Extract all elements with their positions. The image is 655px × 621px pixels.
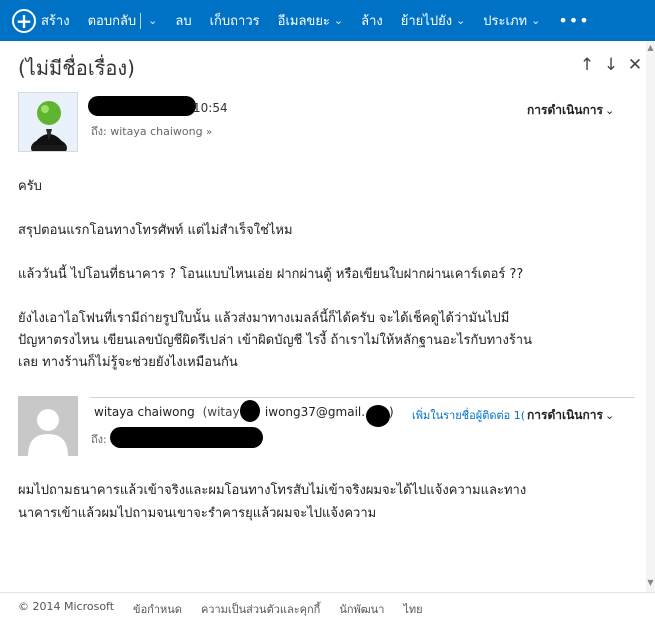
terms-link[interactable]: ข้อกำหนด <box>133 600 182 618</box>
actions-button[interactable]: การดำเนินการ ⌄ <box>527 101 614 120</box>
message-nav: ↑ ↓ ✕ <box>579 55 643 75</box>
chevron-down-icon: ⌄ <box>604 104 615 117</box>
sweep-label: ล้าง <box>361 14 383 29</box>
add-to-contacts-link[interactable]: เพิ่มในรายชื่อผู้ติดต่อ 1( <box>412 406 525 424</box>
junk-button[interactable]: อีเมลขยะ ⌄ <box>269 0 353 41</box>
more-button[interactable]: ••• <box>549 0 598 41</box>
expand-icon[interactable]: » <box>206 127 212 138</box>
category-label: ประเภท <box>483 14 528 29</box>
to-label: ถึง: <box>91 433 107 446</box>
category-button[interactable]: ประเภท ⌄ <box>474 0 549 41</box>
redacted-sender <box>88 96 196 116</box>
chevron-down-icon[interactable]: ⌄ <box>148 14 157 27</box>
more-icon: ••• <box>558 11 590 30</box>
scroll-down-icon[interactable]: ▼ <box>646 578 655 588</box>
chevron-down-icon: ⌄ <box>604 409 615 422</box>
delete-label: ลบ <box>175 14 192 29</box>
new-button[interactable]: + สร้าง <box>0 0 79 41</box>
reply-label: ตอบกลับ <box>87 14 137 29</box>
sender-email-middle: iwong37@gmail. <box>264 405 366 419</box>
body-line: แล้ววันนี้ ไปโอนที่ธนาคาร ? โอนแบบไหนเอ่… <box>18 267 524 282</box>
sweep-button[interactable]: ล้าง <box>352 0 392 41</box>
plus-icon: + <box>12 8 36 33</box>
actions-label: การดำเนินการ <box>527 408 603 422</box>
move-label: ย้ายไปยัง <box>400 14 453 29</box>
archive-button[interactable]: เก็บถาวร <box>201 0 269 41</box>
body-line: สรุปตอนแรกโอนทางโทรศัพท์ แต่ไม่สำเร็จใช่… <box>18 223 293 238</box>
message-time: 10:54 <box>193 101 228 115</box>
junk-label: อีเมลขยะ <box>277 14 330 29</box>
actions-button[interactable]: การดำเนินการ ⌄ <box>527 406 614 425</box>
message-body: ผมไปถามธนาคารแล้วเข้าจริงและผมโอนทางโทรส… <box>18 479 633 525</box>
sender-name[interactable]: witaya chaiwong <box>94 405 195 419</box>
body-line: ยังไงเอาไอโฟนที่เรามีถ่ายรูปใบนั้น แล้วส… <box>18 311 510 326</box>
reply-button[interactable]: ตอบกลับ ⌄ <box>79 0 167 41</box>
move-to-button[interactable]: ย้ายไปยัง ⌄ <box>392 0 475 41</box>
actions-label: การดำเนินการ <box>527 103 603 117</box>
close-icon[interactable]: ✕ <box>627 55 643 75</box>
message-body: ครับ สรุปตอนแรกโอนทางโทรศัพท์ แต่ไม่สำเร… <box>18 176 628 374</box>
recipients-line[interactable]: ถึง: witaya chaiwong » <box>91 122 212 140</box>
recipients-line[interactable]: ถึง: <box>91 430 107 448</box>
copyright-text: © 2014 Microsoft <box>18 600 115 613</box>
developers-link[interactable]: นักพัฒนา <box>339 600 384 618</box>
footer: © 2014 Microsoft ข้อกำหนด ความเป็นส่วนตั… <box>18 600 442 618</box>
body-line: นาคารเข้าแล้วผมไปถามจนเขาจะรำคารยุแล้วผม… <box>18 506 377 521</box>
arrow-up-icon[interactable]: ↑ <box>579 55 595 75</box>
split-divider <box>140 12 142 29</box>
chevron-down-icon: ⌄ <box>531 14 541 27</box>
delete-button[interactable]: ลบ <box>166 0 200 41</box>
chevron-down-icon: ⌄ <box>333 14 344 27</box>
body-line: ครับ <box>18 179 42 194</box>
command-bar: + สร้าง ตอบกลับ ⌄ ลบ เก็บถาวร อีเมลขยะ ⌄… <box>0 0 655 41</box>
person-icon <box>19 93 77 151</box>
message-divider <box>90 397 635 398</box>
body-line: ผมไปถามธนาคารแล้วเข้าจริงและผมโอนทางโทรส… <box>18 483 527 498</box>
body-line: เลย ทางร้านก็ไม่รู้จะช่วยยังไงเหมือนกัน <box>18 355 238 370</box>
sender-avatar-placeholder[interactable] <box>18 396 78 456</box>
redacted-recipients <box>110 427 263 448</box>
chevron-down-icon: ⌄ <box>456 14 466 27</box>
to-label: ถึง: <box>91 125 107 138</box>
arrow-down-icon[interactable]: ↓ <box>603 55 619 75</box>
sender-avatar[interactable] <box>18 92 78 152</box>
footer-divider <box>0 592 655 593</box>
person-placeholder-icon <box>18 396 78 456</box>
message-subject: (ไม่มีชื่อเรื่อง) <box>18 56 135 80</box>
redacted-email-part <box>240 400 260 422</box>
new-label: สร้าง <box>41 14 70 29</box>
language-link[interactable]: ไทย <box>403 600 422 618</box>
archive-label: เก็บถาวร <box>209 14 260 29</box>
scroll-up-icon[interactable]: ▲ <box>646 43 655 53</box>
privacy-link[interactable]: ความเป็นส่วนตัวและคุกกี้ <box>201 600 320 618</box>
body-line: ปัญหาตรงไหน เขียนเลขบัญชีผิดรึเปล่า เข้า… <box>18 333 532 348</box>
redacted-email-part <box>366 405 390 427</box>
recipient-name: witaya chaiwong <box>110 125 203 138</box>
vertical-scrollbar[interactable] <box>646 41 655 592</box>
